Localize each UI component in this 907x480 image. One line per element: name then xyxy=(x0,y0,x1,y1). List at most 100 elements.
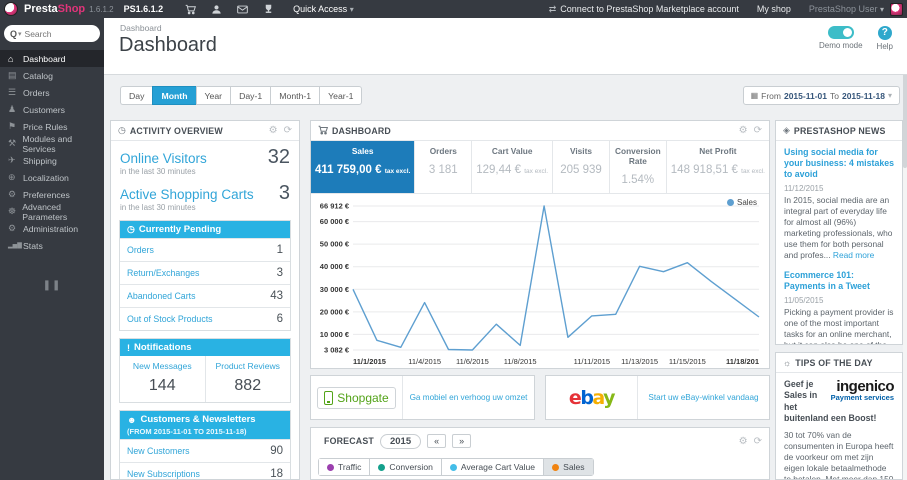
kpi-visits[interactable]: Visits 205 939 xyxy=(553,141,610,193)
svg-text:11/13/2015: 11/13/2015 xyxy=(621,357,658,366)
forecast-metric-toggle: Traffic Conversion Average Cart Value Sa… xyxy=(318,458,594,476)
filter-day-button[interactable]: Day xyxy=(120,86,153,105)
toggle-on-icon[interactable] xyxy=(827,26,854,39)
stats-icon: ▂▅▇ xyxy=(8,243,22,249)
svg-text:11/1/2015: 11/1/2015 xyxy=(353,357,386,366)
sidebar-item-advanced-parameters[interactable]: ☸ Advanced Parameters xyxy=(0,202,104,222)
shopgate-banner[interactable]: Shopgate Ga mobiel en verhoog uw omzet xyxy=(310,375,535,420)
ingenico-logo: ingenico Payment services xyxy=(830,378,895,402)
new-customers-link[interactable]: New Customers xyxy=(127,446,190,456)
sidebar-item-catalog[interactable]: ▤ Catalog xyxy=(0,67,104,84)
active-carts-link[interactable]: Active Shopping Carts xyxy=(120,187,254,202)
product-reviews-link[interactable]: Product Reviews xyxy=(208,361,289,371)
abandoned-carts-row: Abandoned Carts 43 xyxy=(120,284,290,307)
ebay-link[interactable]: Start uw eBay-winkel vandaag xyxy=(638,393,769,402)
orders-icon: ☰ xyxy=(8,87,17,97)
filter-day-1-button[interactable]: Day-1 xyxy=(230,86,271,105)
date-range-picker[interactable]: ▦ From 2015-11-01 To 2015-11-18 ▾ xyxy=(742,86,900,105)
quick-access-menu[interactable]: Quick Access ▾ xyxy=(293,4,354,14)
sales-toggle[interactable]: Sales xyxy=(544,459,593,475)
date-filter-group: Day Month Year Day-1 Month-1 Year-1 xyxy=(120,86,363,105)
svg-text:10 000 €: 10 000 € xyxy=(320,330,350,339)
filter-year-button[interactable]: Year xyxy=(195,86,231,105)
breadcrumb: Dashboard xyxy=(120,23,162,33)
kpi-net-profit[interactable]: Net Profit 148 918,51 € tax excl. xyxy=(667,141,769,193)
previous-year-button[interactable]: « xyxy=(427,434,447,448)
marketplace-link[interactable]: ⇄ Connect to PrestaShop Marketplace accou… xyxy=(549,4,739,15)
user-menu[interactable]: PrestaShop User ▾ xyxy=(809,4,884,14)
chart-legend[interactable]: Sales xyxy=(726,198,757,207)
page-header: Dashboard Dashboard Demo mode ? Help xyxy=(104,18,907,75)
filter-year-1-button[interactable]: Year-1 xyxy=(319,86,363,105)
new-messages-link[interactable]: New Messages xyxy=(122,361,203,371)
online-visitors-value: 32 xyxy=(267,146,290,168)
traffic-toggle[interactable]: Traffic xyxy=(319,459,371,475)
conversion-toggle[interactable]: Conversion xyxy=(370,459,442,475)
orders-link[interactable]: Orders xyxy=(127,245,154,255)
mail-icon[interactable] xyxy=(229,0,255,18)
news-article-link[interactable]: Using social media for your business: 4 … xyxy=(784,147,894,180)
customers-newsletters-section: ☻ Customers & Newsletters (FROM 2015-11-0… xyxy=(119,410,291,479)
search-scope-caret-icon[interactable]: ▾ xyxy=(18,30,22,38)
sidebar-item-dashboard[interactable]: ⌂ Dashboard xyxy=(0,50,104,67)
my-shop-link[interactable]: My shop xyxy=(757,4,791,14)
kpi-conversion-rate[interactable]: Conversion Rate 1.54% xyxy=(610,141,667,193)
search-icon[interactable]: Q xyxy=(10,29,17,39)
average-cart-value-toggle[interactable]: Average Cart Value xyxy=(441,459,545,475)
legend-dot-icon xyxy=(726,199,734,206)
sidebar-item-modules[interactable]: ⚒ Modules and Services xyxy=(0,134,104,154)
forecast-panel: FORECAST 2015 « » ⚙ ⟳ Traffic Conversion… xyxy=(310,427,770,480)
svg-text:11/15/2015: 11/15/2015 xyxy=(669,357,706,366)
shipping-icon: ✈ xyxy=(8,155,16,165)
sidebar-item-preferences[interactable]: ⚙ Preferences xyxy=(0,186,104,203)
dashboard-icon: ⌂ xyxy=(8,53,14,64)
help-button[interactable]: ? Help xyxy=(877,26,893,51)
ebay-banner[interactable]: ebay Start uw eBay-winkel vandaag xyxy=(545,375,770,420)
tip-body: 30 tot 70% van de consumenten in Europa … xyxy=(784,429,894,480)
shopgate-link[interactable]: Ga mobiel en verhoog uw omzet xyxy=(403,393,534,402)
abandoned-carts-link[interactable]: Abandoned Carts xyxy=(127,291,195,301)
gear-icon[interactable]: ⚙ xyxy=(739,436,748,447)
collapse-menu-button[interactable]: ❚❚ xyxy=(0,280,104,291)
svg-text:11/8/2015: 11/8/2015 xyxy=(504,357,537,366)
sidebar-item-localization[interactable]: ⊕ Localization xyxy=(0,169,104,186)
news-article-link[interactable]: Ecommerce 101: Payments in a Tweet xyxy=(784,270,894,292)
customers-icon: ♟ xyxy=(8,104,17,114)
refresh-icon[interactable]: ⟳ xyxy=(754,125,762,136)
online-visitors-link[interactable]: Online Visitors xyxy=(120,151,207,166)
cart-icon[interactable] xyxy=(177,0,203,18)
sidebar-item-price-rules[interactable]: ⚑ Price Rules xyxy=(0,118,104,135)
chevron-down-icon: ▾ xyxy=(349,5,354,14)
returns-link[interactable]: Return/Exchanges xyxy=(127,268,199,278)
filter-month-button[interactable]: Month xyxy=(152,86,196,105)
preferences-icon: ⚙ xyxy=(8,189,17,199)
refresh-icon[interactable]: ⟳ xyxy=(284,125,292,136)
sidebar-item-customers[interactable]: ♟ Customers xyxy=(0,101,104,118)
tips-of-the-day-panel: ☼ TIPS OF THE DAY ingenico Payment servi… xyxy=(775,352,903,480)
customer-icon[interactable] xyxy=(203,0,229,18)
avatar[interactable] xyxy=(890,2,903,16)
pending-orders-row: Orders 1 xyxy=(120,238,290,261)
bell-icon: ! xyxy=(127,342,130,353)
out-of-stock-link[interactable]: Out of Stock Products xyxy=(127,314,213,324)
next-year-button[interactable]: » xyxy=(452,434,472,448)
sidebar-item-shipping[interactable]: ✈ Shipping xyxy=(0,152,104,169)
filter-month-1-button[interactable]: Month-1 xyxy=(270,86,320,105)
trophy-icon[interactable] xyxy=(255,0,281,18)
demo-mode-toggle[interactable]: Demo mode xyxy=(819,26,863,51)
sidebar-item-orders[interactable]: ☰ Orders xyxy=(0,84,104,101)
read-more-link[interactable]: Read more xyxy=(833,250,874,260)
svg-text:3 082 €: 3 082 € xyxy=(324,346,350,355)
forecast-year[interactable]: 2015 xyxy=(379,433,422,449)
gear-icon[interactable]: ⚙ xyxy=(269,125,278,136)
refresh-icon[interactable]: ⟳ xyxy=(754,436,762,447)
new-subscriptions-link[interactable]: New Subscriptions xyxy=(127,469,200,479)
sales-line-chart: 66 912 € 60 000 € 50 000 € 40 000 € 30 000 €… xyxy=(320,202,760,366)
kpi-orders[interactable]: Orders 3 181 xyxy=(415,141,473,193)
sidebar-item-administration[interactable]: ⚙ Administration xyxy=(0,220,104,237)
sidebar-item-stats[interactable]: ▂▅▇ Stats xyxy=(0,237,104,254)
kpi-sales[interactable]: Sales 411 759,00 € tax excl. xyxy=(311,141,416,193)
search-input[interactable] xyxy=(24,28,83,39)
kpi-cart-value[interactable]: Cart Value 129,44 € tax excl. xyxy=(472,141,554,193)
gear-icon[interactable]: ⚙ xyxy=(739,125,748,136)
